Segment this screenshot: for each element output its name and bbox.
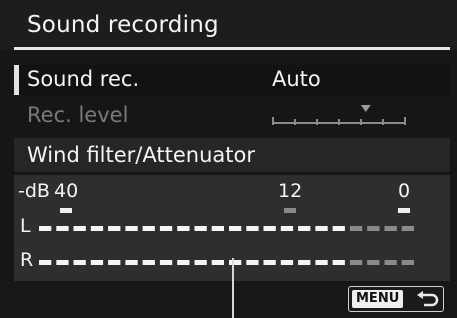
level-pointer-icon [360,105,371,112]
meter-segment [177,260,190,265]
title-bar: Sound recording [0,0,457,50]
return-arrow-icon [417,291,439,307]
meter-segment [263,226,276,231]
meter-segment [142,226,155,231]
meter-segment [263,260,276,265]
meter-segment [280,226,294,231]
selection-indicator [14,65,19,95]
page-title: Sound recording [27,12,219,38]
meter-segment [298,226,311,231]
scale-marker-40 [60,208,72,213]
channel-label-right: R [20,249,34,271]
scale-marker-0 [398,208,410,213]
meter-segment [401,260,414,265]
meter-segment [315,260,328,265]
menu-item-wind-filter[interactable]: Wind filter/Attenuator [14,138,450,172]
meter-segment [384,260,397,265]
sound-rec-value: Auto [272,67,321,91]
meter-segment [73,226,86,231]
meter-segment [108,226,121,231]
meter-segment [73,260,86,265]
meter-segment [211,260,224,265]
db-scale-0: 0 [398,180,411,202]
meter-segment [56,260,69,265]
meter-segment [39,260,52,265]
db-scale-40: 40 [54,180,79,202]
meter-segment [349,260,363,265]
meter-segment [229,226,242,231]
meter-segment [280,260,294,265]
meter-segment [298,260,311,265]
meter-segment [229,260,242,265]
meter-segment [125,260,138,265]
meter-segment [367,226,380,231]
meter-segment [194,260,207,265]
meter-segment [401,226,414,231]
menu-back-button[interactable]: MENU [348,286,444,312]
sound-recording-screen: Sound recording Sound rec. Auto Rec. lev… [0,0,457,318]
sound-rec-label: Sound rec. [27,67,140,91]
scale-marker-12 [284,208,296,213]
wind-filter-label: Wind filter/Attenuator [27,143,255,167]
meter-segment [211,226,224,231]
meter-segment [246,226,259,231]
meter-segment [367,260,380,265]
meter-segment [125,226,138,231]
meter-segment [142,260,155,265]
meter-segment [90,226,104,231]
meter-segment [177,226,190,231]
meter-segment [159,226,173,231]
rec-level-label: Rec. level [27,103,129,127]
menu-key-label: MENU [352,290,404,308]
meter-segment [384,226,397,231]
right-channel-meter [39,260,414,265]
meter-segment [246,260,259,265]
meter-segment [39,226,52,231]
db-scale-12: 12 [278,180,303,202]
rec-level-scale [272,105,406,125]
meter-segment [332,260,345,265]
channel-label-left: L [20,215,31,237]
menu-item-sound-rec[interactable]: Sound rec. Auto [14,65,450,95]
level-indicator-line [232,258,234,318]
meter-segment [108,260,121,265]
meter-segment [315,226,328,231]
left-channel-segments [39,226,414,231]
meter-segment [90,260,104,265]
meter-segment [56,226,69,231]
db-unit-label: -dB [18,180,50,202]
meter-segment [159,260,173,265]
title-underline [14,47,450,50]
right-channel-segments [39,260,414,265]
left-channel-meter [39,226,414,231]
meter-segment [194,226,207,231]
meter-segment [349,226,363,231]
meter-segment [332,226,345,231]
